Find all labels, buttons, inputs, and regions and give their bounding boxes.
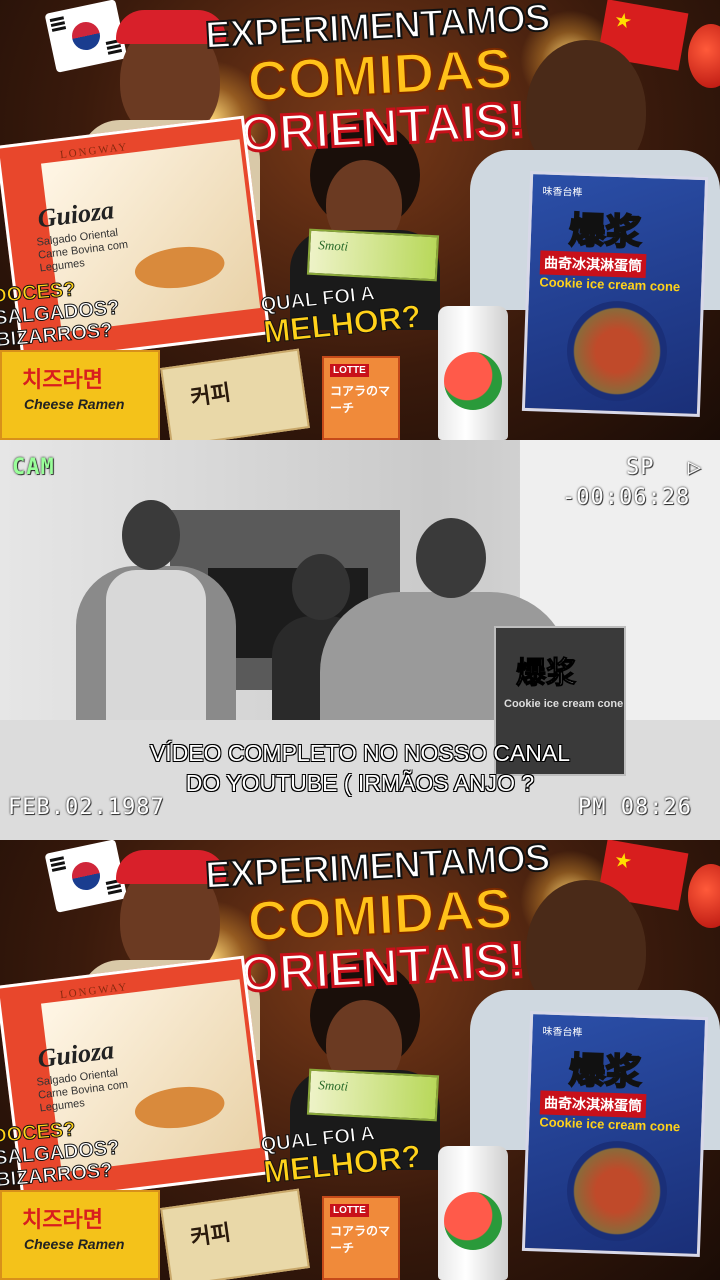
cn-pack-english: Cookie ice cream cone	[539, 274, 681, 295]
smoti-package: Smoti	[306, 1068, 440, 1122]
cookie-ice-cream-cone-package: 味香台榫 爆浆 曲奇冰淇淋蛋筒 Cookie ice cream cone	[521, 1010, 709, 1258]
cam-label: CAM	[12, 455, 55, 480]
cn-pack-subtitle: 曲奇冰淇淋蛋筒	[539, 1090, 647, 1119]
coffee-korean-label: 커피	[188, 380, 233, 412]
coffee-korean-label: 커피	[188, 1220, 233, 1252]
smoti-label: Smoti	[318, 237, 349, 254]
cheese-ramen-package: 치즈라면 Cheese Ramen	[0, 1190, 160, 1280]
cn-pack-brand: 味香台榫	[542, 1026, 583, 1039]
ramen-korean-label: 치즈라면	[22, 368, 103, 393]
watermelon-icon	[444, 1192, 502, 1250]
lotte-label: LOTTE	[330, 1204, 369, 1217]
sp-label: SP	[626, 455, 655, 480]
koala-japanese-label: コアラのマーチ	[330, 384, 391, 415]
ramen-korean-label: 치즈라면	[22, 1208, 103, 1233]
side-questions: DOCES? SALGADOS? BIZARROS?	[0, 275, 122, 352]
ramen-english-label: Cheese Ramen	[24, 1236, 125, 1252]
cookie-ice-cream-cone-package: 味香台榫 爆浆 曲奇冰淇淋蛋筒 Cookie ice cream cone	[521, 170, 709, 418]
timecode: -00:06:28	[562, 485, 691, 510]
cn-pack-title: 爆浆	[567, 209, 642, 254]
pack-title: 爆浆	[516, 656, 577, 692]
ice-cream-cone-icon	[565, 1139, 669, 1243]
date-stamp: FEB.02.1987	[8, 795, 165, 820]
question-callout: QUAL FOI A MELHOR?	[259, 1118, 423, 1191]
koala-march-box: LOTTE コアラのマーチ	[322, 1196, 400, 1280]
pack-english: Cookie ice cream cone	[504, 698, 624, 710]
smoti-label: Smoti	[318, 1077, 349, 1094]
cn-pack-brand: 味香台榫	[542, 186, 583, 199]
thumbnail-top: ★ EXPERIMENTAMOS COMIDAS ORIENTAIS! LONG…	[0, 0, 720, 440]
thumbnail-bottom: ★ EXPERIMENTAMOS COMIDAS ORIENTAIS! LONG…	[0, 840, 720, 1280]
ramen-english-label: Cheese Ramen	[24, 396, 125, 412]
video-title: EXPERIMENTAMOS COMIDAS ORIENTAIS!	[196, 0, 563, 164]
cheese-ramen-package: 치즈라면 Cheese Ramen	[0, 350, 160, 440]
video-title: EXPERIMENTAMOS COMIDAS ORIENTAIS!	[196, 840, 563, 1004]
time-stamp: PM 08:26	[578, 795, 692, 820]
ice-cream-cone-icon	[565, 299, 669, 403]
coffee-package: 커피	[160, 1188, 310, 1280]
cn-pack-english: Cookie ice cream cone	[539, 1114, 681, 1135]
watermelon-drink-can	[438, 1146, 508, 1280]
side-questions: DOCES? SALGADOS? BIZARROS?	[0, 1115, 122, 1192]
lotte-label: LOTTE	[330, 364, 369, 377]
koala-japanese-label: コアラのマーチ	[330, 1224, 391, 1255]
caption-line-1: VÍDEO COMPLETO NO NOSSO CANAL	[149, 740, 571, 766]
smoti-package: Smoti	[306, 228, 440, 282]
play-icon: ▷	[688, 455, 703, 480]
cn-pack-subtitle: 曲奇冰淇淋蛋筒	[539, 250, 647, 279]
watermelon-drink-can	[438, 306, 508, 440]
coffee-package: 커피	[160, 348, 310, 440]
caption: VÍDEO COMPLETO NO NOSSO CANAL DO YOUTUBE…	[80, 738, 640, 798]
caption-line-2: DO YOUTUBE ( IRMÃOS ANJO ?	[185, 770, 535, 796]
question-callout: QUAL FOI A MELHOR?	[259, 278, 423, 351]
cn-pack-title: 爆浆	[567, 1049, 642, 1094]
watermelon-icon	[444, 352, 502, 410]
koala-march-box: LOTTE コアラのマーチ	[322, 356, 400, 440]
person-left	[76, 500, 236, 736]
